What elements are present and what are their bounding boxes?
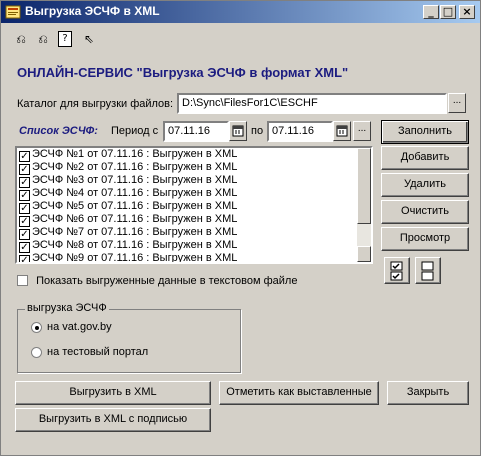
delete-button[interactable]: Удалить — [381, 173, 469, 197]
list-item-label: ЭСЧФ №6 от 07.11.16 : Выгружен в XML — [32, 213, 238, 225]
load-icon[interactable]: ⎌ — [35, 31, 51, 47]
window-title: Выгрузка ЭСЧФ в XML — [25, 4, 160, 18]
list-item[interactable]: ✓ ЭСЧФ №4 от 07.11.16 : Выгружен в XML — [19, 187, 238, 201]
list-item-label: ЭСЧФ №4 от 07.11.16 : Выгружен в XML — [32, 187, 238, 199]
main-window: Выгрузка ЭСЧФ в XML _ □ × ⎌ ⎌ ? ⇖ ОНЛАЙН… — [0, 0, 481, 456]
list-item-label: ЭСЧФ №7 от 07.11.16 : Выгружен в XML — [32, 226, 238, 238]
list-item[interactable]: ✓ ЭСЧФ №6 от 07.11.16 : Выгружен в XML — [19, 213, 238, 227]
list-item-label: ЭСЧФ №9 от 07.11.16 : Выгружен в XML — [32, 252, 238, 264]
check-all-button[interactable] — [384, 257, 410, 284]
preview-button[interactable]: Просмотр — [381, 227, 469, 251]
date-from-field[interactable]: 07.11.16 — [163, 121, 229, 142]
upload-target-group — [17, 309, 241, 373]
export-xml-signed-button[interactable]: Выгрузить в XML с подписью — [15, 408, 211, 432]
context-help-icon[interactable]: ⇖ — [81, 31, 97, 47]
invoice-list[interactable]: ✓ ЭСЧФ №1 от 07.11.16 : Выгружен в XML ✓ Э… — [15, 146, 373, 264]
close-window-button[interactable]: × — [459, 5, 475, 19]
period-select-button[interactable]: ... — [353, 121, 371, 141]
uncheck-all-button[interactable] — [415, 257, 441, 284]
catalog-path-field[interactable]: D:\Sync\FilesFor1C\ESCHF — [177, 93, 447, 114]
close-button[interactable]: Закрыть — [387, 381, 469, 405]
check-all-icon — [390, 261, 403, 281]
radio-test-portal[interactable] — [31, 347, 42, 358]
checkbox-box[interactable] — [17, 275, 28, 286]
mark-issued-button[interactable]: Отметить как выставленные — [219, 381, 379, 405]
browse-catalog-button[interactable]: ... — [448, 93, 466, 113]
radio-vat-gov-label: на vat.gov.by — [47, 321, 112, 333]
list-item[interactable]: ✓ ЭСЧФ №3 от 07.11.16 : Выгружен в XML — [19, 174, 238, 188]
calendar-icon — [336, 125, 348, 137]
show-text-file-label: Показать выгруженные данные в текстовом … — [36, 275, 298, 287]
list-item-label: ЭСЧФ №2 от 07.11.16 : Выгружен в XML — [32, 161, 238, 173]
scrollbar-thumb[interactable] — [357, 148, 371, 224]
list-item-label: ЭСЧФ №5 от 07.11.16 : Выгружен в XML — [32, 200, 238, 212]
page-title: ОНЛАЙН-СЕРВИС "Выгрузка ЭСЧФ в формат XM… — [17, 65, 349, 80]
period-to-label: по — [251, 125, 264, 137]
minimize-button[interactable]: _ — [423, 5, 439, 19]
list-item[interactable]: ✓ ЭСЧФ №8 от 07.11.16 : Выгружен в XML — [19, 239, 238, 253]
title-bar[interactable]: Выгрузка ЭСЧФ в XML _ □ × — [1, 1, 480, 23]
list-item[interactable]: ✓ ЭСЧФ №2 от 07.11.16 : Выгружен в XML — [19, 161, 238, 175]
list-item[interactable]: ✓ ЭСЧФ №7 от 07.11.16 : Выгружен в XML — [19, 226, 238, 240]
list-item-checkbox[interactable]: ✓ — [19, 255, 30, 262]
scroll-down-button[interactable] — [357, 246, 371, 262]
fill-button[interactable]: Заполнить — [381, 120, 469, 144]
list-item-label: ЭСЧФ №1 от 07.11.16 : Выгружен в XML — [32, 148, 238, 160]
show-text-file-checkbox[interactable]: Показать выгруженные данные в текстовом … — [17, 275, 297, 287]
uncheck-all-icon — [421, 261, 434, 281]
add-button[interactable]: Добавить — [381, 146, 469, 170]
period-from-label: Период с — [111, 125, 159, 137]
catalog-label: Каталог для выгрузки файлов: — [17, 98, 174, 110]
help-icon[interactable]: ? — [58, 31, 72, 47]
calendar-icon — [232, 125, 244, 137]
list-item-label: ЭСЧФ №3 от 07.11.16 : Выгружен в XML — [32, 174, 238, 186]
list-label: Список ЭСЧФ: — [19, 125, 98, 137]
upload-group-title: выгрузка ЭСЧФ — [25, 302, 109, 314]
date-to-calendar-button[interactable] — [333, 121, 351, 141]
clear-button[interactable]: Очистить — [381, 200, 469, 224]
list-scrollbar[interactable] — [357, 148, 371, 262]
app-icon — [5, 5, 21, 19]
radio-vat-gov[interactable] — [31, 322, 42, 333]
list-item[interactable]: ✓ ЭСЧФ №5 от 07.11.16 : Выгружен в XML — [19, 200, 238, 214]
list-item[interactable]: ✓ ЭСЧФ №1 от 07.11.16 : Выгружен в XML — [19, 148, 238, 162]
date-to-field[interactable]: 07.11.16 — [267, 121, 333, 142]
radio-test-portal-label: на тестовый портал — [47, 346, 149, 358]
export-xml-button[interactable]: Выгрузить в XML — [15, 381, 211, 405]
list-item[interactable]: ✓ ЭСЧФ №9 от 07.11.16 : Выгружен в XML — [19, 252, 238, 264]
list-item-label: ЭСЧФ №8 от 07.11.16 : Выгружен в XML — [32, 239, 238, 251]
date-from-calendar-button[interactable] — [229, 121, 247, 141]
maximize-button[interactable]: □ — [440, 5, 456, 19]
save-icon[interactable]: ⎌ — [13, 31, 29, 47]
